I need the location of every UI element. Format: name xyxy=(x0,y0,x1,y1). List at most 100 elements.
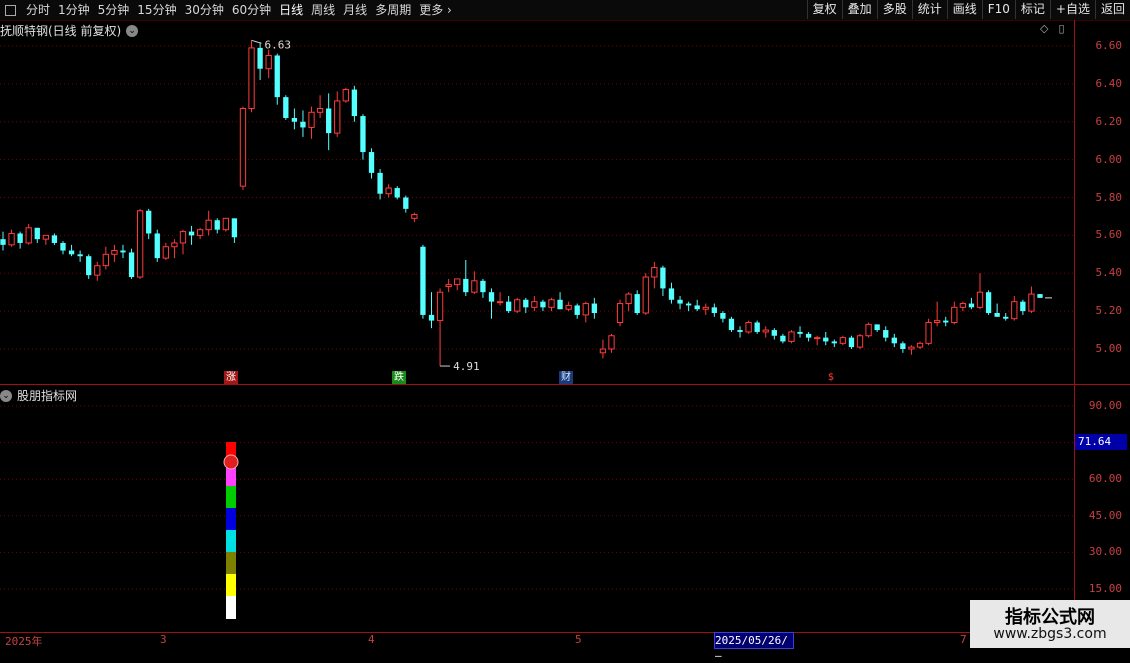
candle-body xyxy=(471,280,478,293)
candle-body xyxy=(711,307,717,314)
candle-body xyxy=(77,254,83,257)
tab-period-60min[interactable]: 60分钟 xyxy=(228,0,275,20)
candle-body xyxy=(34,227,40,240)
candle-body xyxy=(660,267,666,289)
price-tick-label: 5.20 xyxy=(1095,304,1123,318)
candle-body xyxy=(436,291,444,322)
price-tick-label: 6.40 xyxy=(1095,76,1123,90)
stats-button[interactable]: 统计 xyxy=(911,0,947,19)
candle-body xyxy=(959,303,967,308)
candle-body xyxy=(694,305,700,310)
cursor-date-label: 2025/05/26/— xyxy=(714,632,794,662)
layout-square-icon[interactable] xyxy=(5,4,16,16)
candle-body xyxy=(916,342,924,348)
candle-body xyxy=(797,331,803,334)
event-tag[interactable]: 跌 xyxy=(392,371,406,384)
candle-body xyxy=(496,301,504,304)
candle-body xyxy=(762,329,769,333)
candle-body xyxy=(377,172,383,194)
high-label: 6.63 xyxy=(265,38,292,51)
event-tag[interactable]: 财 xyxy=(559,371,573,384)
candle-body xyxy=(42,234,50,240)
candle-body xyxy=(274,55,280,98)
candle-body xyxy=(608,335,615,350)
candle-body xyxy=(994,313,1000,317)
candle-body xyxy=(120,250,126,253)
indicator-tick-label: 60.00 xyxy=(1088,472,1122,486)
date-label-year: 2025年 xyxy=(5,635,43,648)
tab-period-5min[interactable]: 5分钟 xyxy=(94,0,134,20)
multi-stock-button[interactable]: 多股 xyxy=(876,0,912,19)
candle-body xyxy=(60,242,66,251)
restore-rights-button[interactable]: 复权 xyxy=(806,0,842,19)
back-button[interactable]: 返回 xyxy=(1094,0,1130,19)
candle-body xyxy=(257,47,263,69)
candle-body xyxy=(651,267,658,278)
price-tick-label: 5.80 xyxy=(1095,190,1123,204)
candle-body xyxy=(300,121,306,128)
candle-body xyxy=(1028,293,1035,312)
candle-body xyxy=(420,246,426,315)
candle-body xyxy=(557,299,563,310)
candle-body xyxy=(616,303,624,323)
candle-body xyxy=(1037,294,1043,298)
price-tick-label: 5.00 xyxy=(1095,342,1123,355)
candle-body xyxy=(754,322,760,332)
candle-body xyxy=(128,252,135,278)
candle-body xyxy=(360,116,366,153)
candle-body xyxy=(179,231,187,244)
candle-body xyxy=(925,321,932,344)
candle-body xyxy=(248,47,255,109)
candle-body xyxy=(839,337,847,344)
candle-body xyxy=(136,210,144,278)
more-label: 更多 xyxy=(419,3,444,17)
candle-body xyxy=(891,337,897,344)
indicator-bar-segment xyxy=(226,552,236,574)
indicator-bar-segment xyxy=(226,596,236,619)
candle-body xyxy=(368,152,375,173)
f10-button[interactable]: F10 xyxy=(981,0,1015,19)
candle-body xyxy=(565,304,572,310)
high-marker-arrow xyxy=(251,39,262,44)
candle-body xyxy=(394,188,400,198)
date-label-jul: 7 xyxy=(960,633,967,646)
candle-body xyxy=(856,335,864,348)
tab-period-1min[interactable]: 1分钟 xyxy=(54,0,94,20)
draw-line-button[interactable]: 画线 xyxy=(946,0,982,19)
tab-period-30min[interactable]: 30分钟 xyxy=(181,0,228,20)
candle-body xyxy=(668,288,675,300)
candle-body xyxy=(976,291,984,308)
tab-period-15min[interactable]: 15分钟 xyxy=(133,0,180,20)
tab-period-monthly[interactable]: 月线 xyxy=(339,0,371,20)
tab-period-weekly[interactable]: 周线 xyxy=(307,0,339,20)
candle-body xyxy=(599,348,607,354)
indicator-chart[interactable] xyxy=(0,386,1074,631)
candle-body xyxy=(8,232,15,246)
candle-body xyxy=(463,278,469,293)
candle-body xyxy=(68,250,75,255)
date-label-apr: 4 xyxy=(368,633,375,646)
period-toolbar: 分时 1分钟 5分钟 15分钟 30分钟 60分钟 日线 周线 月线 多周期 更… xyxy=(0,0,1130,21)
tab-period-fenshi[interactable]: 分时 xyxy=(22,0,54,20)
candle-body xyxy=(702,306,709,310)
candle-body xyxy=(814,337,821,340)
overlay-button[interactable]: 叠加 xyxy=(841,0,877,19)
more-menu[interactable]: 更多 › xyxy=(415,0,456,20)
candle-body xyxy=(222,217,229,231)
event-tag[interactable]: $ xyxy=(824,371,838,384)
candlestick-chart[interactable]: 6.63 4.91 xyxy=(0,22,1074,384)
tab-period-multi[interactable]: 多周期 xyxy=(371,0,415,20)
candle-body xyxy=(582,303,589,316)
pane-divider[interactable] xyxy=(0,384,1130,385)
tab-period-daily[interactable]: 日线 xyxy=(275,0,307,20)
mark-button[interactable]: 标记 xyxy=(1014,0,1050,19)
add-watchlist-button[interactable]: +自选 xyxy=(1049,0,1095,19)
event-tag[interactable]: 涨 xyxy=(224,371,238,384)
candle-body xyxy=(265,54,272,70)
indicator-bar-segment xyxy=(226,530,236,552)
candle-body xyxy=(326,108,332,134)
candle-body xyxy=(291,117,298,122)
candle-body xyxy=(146,210,152,234)
candle-body xyxy=(351,89,358,117)
price-tick-label: 5.60 xyxy=(1095,228,1123,242)
